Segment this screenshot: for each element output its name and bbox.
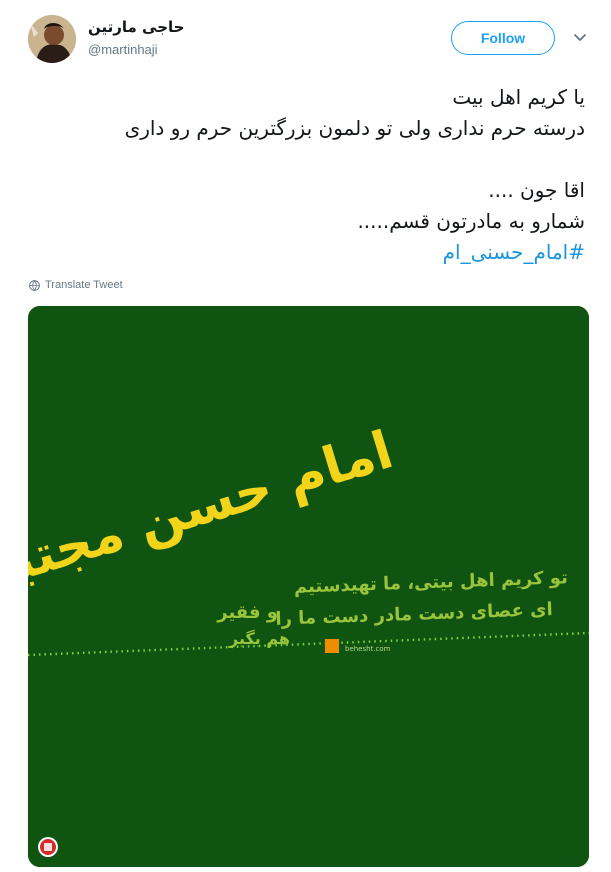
poster-credit: behesht.com — [345, 645, 391, 653]
avatar-image — [28, 15, 76, 63]
avatar[interactable] — [28, 15, 76, 63]
translate-label: Translate Tweet — [45, 279, 123, 291]
poster-artwork: امام حسن مجتبی علیه السلام تو کریم اهل ب… — [28, 306, 589, 867]
tweet-line: درسته حرم نداری ولی تو دلمون بزرگترین حر… — [124, 116, 585, 140]
tweet-text: یا کریم اهل بیت درسته حرم نداری ولی تو د… — [25, 82, 585, 268]
poster-verse-line: هم بگیر — [228, 629, 290, 648]
tweet-line: اقا جون .... — [488, 178, 585, 202]
globe-icon — [29, 279, 40, 291]
accent-square — [325, 639, 339, 653]
tweet-line: یا کریم اهل بیت — [452, 85, 585, 109]
translate-tweet-link[interactable]: Translate Tweet — [29, 279, 123, 291]
chevron-down-icon[interactable] — [571, 28, 589, 46]
tweet-line: شمارو به مادرتون قسم..... — [357, 209, 585, 233]
follow-button[interactable]: Follow — [451, 21, 555, 55]
hashtag-link[interactable]: #امام_حسنی_ام — [25, 237, 585, 268]
poster-verse-line: و فقیر — [216, 602, 278, 623]
publisher-logo-icon — [38, 837, 58, 857]
display-name[interactable]: حاجی مارتین — [88, 18, 184, 36]
tweet-media-image[interactable]: امام حسن مجتبی علیه السلام تو کریم اهل ب… — [28, 306, 589, 867]
user-handle[interactable]: @martinhaji — [88, 42, 158, 57]
